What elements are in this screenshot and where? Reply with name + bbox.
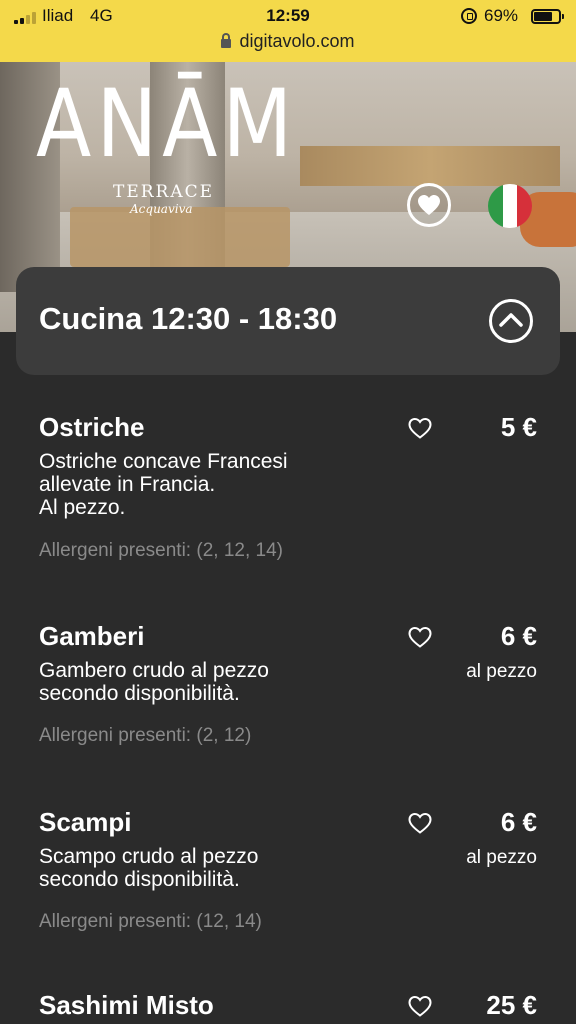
item-price: 6 € — [500, 807, 537, 837]
item-name: Sashimi Misto — [39, 990, 214, 1020]
heart-outline-icon[interactable] — [406, 414, 434, 442]
item-price-unit: al pezzo — [466, 661, 537, 682]
item-name: Gamberi — [39, 621, 145, 651]
item-name: Scampi — [39, 807, 132, 837]
page-url: digitavolo.com — [239, 31, 355, 51]
item-price-unit: al pezzo — [466, 847, 537, 868]
category-header[interactable]: Cucina 12:30 - 18:30 — [16, 267, 560, 375]
lock-icon — [221, 33, 232, 48]
category-title: Cucina 12:30 - 18:30 — [39, 301, 338, 336]
heart-outline-icon[interactable] — [406, 809, 434, 837]
item-name: Ostriche — [39, 412, 145, 442]
collapse-category-button[interactable] — [489, 299, 533, 343]
item-description: Ostriche concave Francesi allevate in Fr… — [39, 450, 288, 519]
logo-subtitle: TERRACE — [113, 182, 215, 202]
item-allergens: Allergeni presenti: (2, 12) — [39, 725, 252, 746]
item-description: Scampo crudo al pezzo secondo disponibil… — [39, 845, 259, 891]
item-description: Gambero crudo al pezzo secondo disponibi… — [39, 659, 269, 705]
rotation-lock-icon — [461, 8, 477, 24]
language-flag-button[interactable] — [488, 184, 532, 228]
item-price: 5 € — [500, 412, 537, 442]
item-price: 6 € — [500, 621, 537, 651]
heart-icon — [418, 195, 440, 215]
heart-outline-icon[interactable] — [406, 992, 434, 1020]
heart-outline-icon[interactable] — [406, 623, 434, 651]
address-bar[interactable]: digitavolo.com — [0, 31, 576, 52]
item-allergens: Allergeni presenti: (12, 14) — [39, 911, 262, 932]
logo-script: Acquaviva — [130, 202, 193, 216]
restaurant-logo: ANĀM — [36, 70, 298, 179]
browser-status-bar: Iliad 4G 12:59 69% digitavolo.com — [0, 0, 576, 62]
item-allergens: Allergeni presenti: (2, 12, 14) — [39, 540, 283, 561]
status-row: Iliad 4G 12:59 69% — [0, 6, 576, 28]
chevron-up-icon — [499, 313, 523, 327]
item-price: 25 € — [486, 990, 537, 1020]
favorites-button[interactable] — [407, 183, 451, 227]
battery-percentage: 69% — [484, 6, 519, 25]
battery-icon — [531, 9, 564, 24]
